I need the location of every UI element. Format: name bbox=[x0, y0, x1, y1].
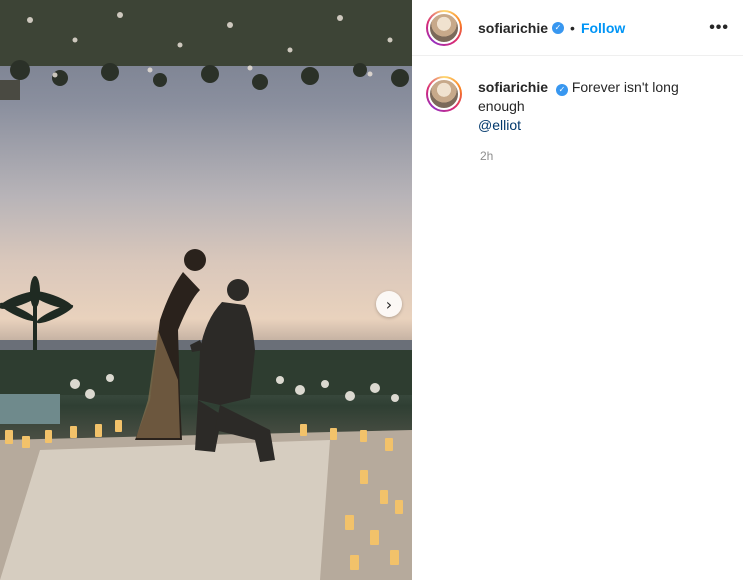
next-photo-button[interactable]: › bbox=[376, 291, 402, 317]
header-username[interactable]: sofiarichie bbox=[478, 20, 548, 36]
caption-row: sofiarichie ✓ Forever isn't long enough … bbox=[412, 56, 743, 135]
avatar[interactable] bbox=[426, 9, 462, 46]
more-options-icon[interactable]: ••• bbox=[709, 19, 729, 37]
verified-badge-icon: ✓ bbox=[552, 21, 565, 34]
post-header: sofiarichie ✓ • Follow ••• bbox=[412, 0, 743, 56]
post-timestamp[interactable]: 2h bbox=[480, 149, 743, 163]
post-side-panel: sofiarichie ✓ • Follow ••• sofiarichie ✓… bbox=[412, 0, 743, 580]
proposal-scene bbox=[0, 0, 412, 580]
post-photo[interactable]: › bbox=[0, 0, 412, 580]
caption-avatar[interactable] bbox=[426, 76, 462, 112]
separator-dot: • bbox=[570, 19, 575, 36]
verified-badge-icon: ✓ bbox=[555, 83, 568, 96]
caption-username[interactable]: sofiarichie bbox=[478, 79, 548, 95]
caption-text: sofiarichie ✓ Forever isn't long enough … bbox=[478, 78, 729, 135]
chevron-right-icon: › bbox=[385, 294, 393, 314]
follow-button[interactable]: Follow bbox=[581, 20, 625, 36]
caption-mention-link[interactable]: @elliot bbox=[478, 117, 521, 133]
